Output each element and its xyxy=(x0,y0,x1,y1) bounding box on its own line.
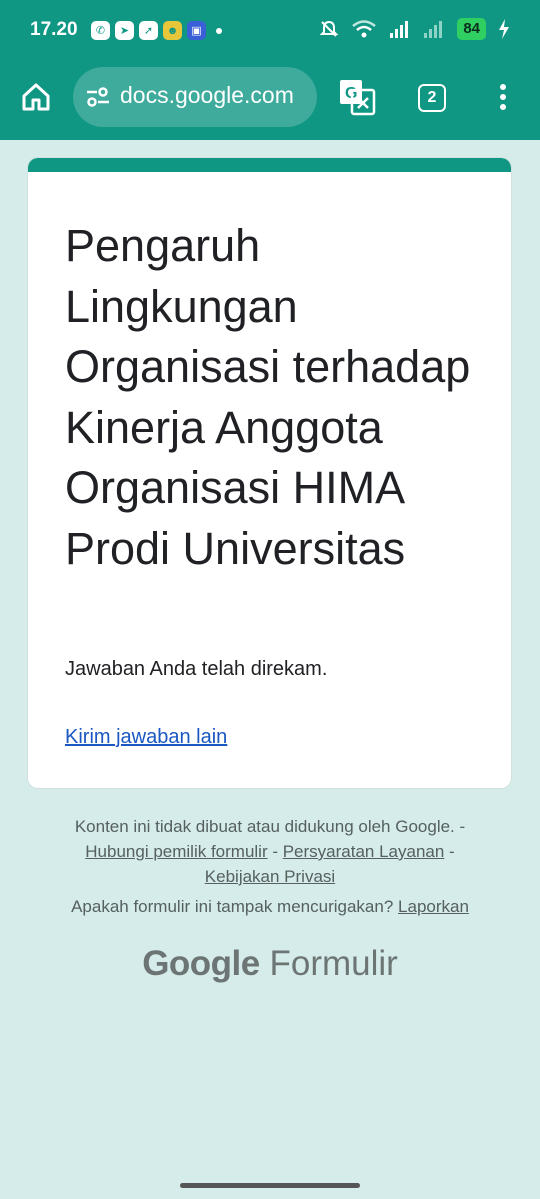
suspicious-question: Apakah formulir ini tampak mencurigakan? xyxy=(71,897,394,916)
brand-forms: Formulir xyxy=(269,944,398,983)
status-bar: 17.20 ✆ ➤ ➚ ☻ ▣ 84 xyxy=(0,0,540,62)
separator: - xyxy=(454,817,466,836)
gesture-bar[interactable] xyxy=(180,1183,360,1188)
system-icons: 84 xyxy=(319,18,510,40)
charging-icon xyxy=(499,19,509,39)
battery-icon: 84 xyxy=(457,18,486,40)
address-bar[interactable]: docs.google.com xyxy=(73,67,317,127)
tab-switcher-button[interactable]: 2 xyxy=(418,84,446,112)
translate-icon[interactable]: G xyxy=(338,78,376,116)
app-icon: ▣ xyxy=(187,21,206,40)
browser-toolbar: docs.google.com G 2 xyxy=(0,62,540,140)
brand-google: Google xyxy=(142,944,260,983)
report-link[interactable]: Laporkan xyxy=(398,897,469,916)
report-row: Apakah formulir ini tampak mencurigakan?… xyxy=(30,894,510,919)
whatsapp-icon: ✆ xyxy=(91,21,110,40)
wifi-icon xyxy=(352,20,377,38)
status-time: 17.20 xyxy=(30,19,78,40)
telegram-icon: ➤ xyxy=(115,21,134,40)
terms-link[interactable]: Persyaratan Layanan xyxy=(283,842,445,861)
signal-icon xyxy=(424,21,443,38)
app-icon: ☻ xyxy=(163,21,182,40)
home-icon[interactable] xyxy=(20,81,52,113)
disclaimer-text: Konten ini tidak dibuat atau didukung ol… xyxy=(74,817,455,836)
notification-icons: ✆ ➤ ➚ ☻ ▣ xyxy=(91,21,206,40)
contact-owner-link[interactable]: Hubungi pemilik formulir xyxy=(85,842,267,861)
nav-arrow-icon: ➚ xyxy=(139,21,158,40)
google-forms-logo: Google Formulir xyxy=(0,944,540,984)
card-accent-bar xyxy=(28,158,511,172)
confirmation-card: Pengaruh Lingkungan Organisasi terhadap … xyxy=(27,157,512,789)
more-options-icon[interactable] xyxy=(492,82,514,114)
response-recorded-message: Jawaban Anda telah direkam. xyxy=(65,658,328,680)
submit-another-response-link[interactable]: Kirim jawaban lain xyxy=(65,726,227,749)
more-notifications-dot xyxy=(216,28,222,34)
separator: - xyxy=(267,842,283,861)
site-settings-icon[interactable] xyxy=(85,84,111,110)
mute-icon xyxy=(319,20,339,37)
footer-disclaimer: Konten ini tidak dibuat atau didukung ol… xyxy=(30,814,510,889)
url-text: docs.google.com xyxy=(120,82,294,108)
privacy-link[interactable]: Kebijakan Privasi xyxy=(205,867,335,886)
separator: - xyxy=(444,842,455,861)
signal-icon xyxy=(390,21,409,38)
form-title: Pengaruh Lingkungan Organisasi terhadap … xyxy=(65,220,471,574)
